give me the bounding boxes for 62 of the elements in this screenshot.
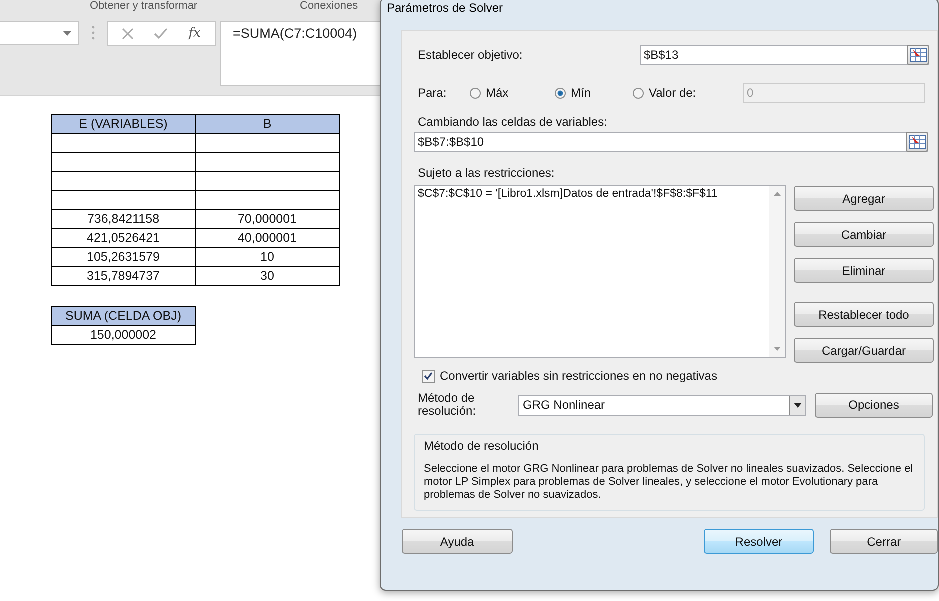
grid-arrow-icon xyxy=(908,135,926,149)
table-cell: 315,7894737 xyxy=(52,266,196,286)
field-label: Para: xyxy=(418,86,448,100)
description-text: Seleccione el motor GRG Nonlinear para problemas de Solver no lineales suavizados. Seleccione el motor LP Simplex para problemas de Solver lineales, y seleccione el motor Evolutionary para problemas de Solver no suavizados. xyxy=(424,463,914,502)
table-cell: 421,0526421 xyxy=(52,228,196,248)
constraint-item[interactable]: $C$7:$C$10 = '[Libro1.xlsm]Datos de entrada'!$F$8:$F$11 xyxy=(418,188,766,200)
scroll-up-icon xyxy=(774,192,780,196)
dialog-button[interactable]: Restablecer todo xyxy=(794,302,934,327)
dialog-button[interactable]: Cambiar xyxy=(794,222,934,247)
column-header-cell: SUMA (CELDA OBJ) xyxy=(52,306,196,326)
dialog-button[interactable]: Cerrar xyxy=(830,529,938,554)
variables-field[interactable]: $B$7:$B$10 xyxy=(414,132,928,152)
dialog-title: Parámetros de Solver xyxy=(386,0,504,15)
table-cell: 105,2631579 xyxy=(52,248,196,266)
table-cell: 40,000001 xyxy=(196,228,340,248)
range-select-button[interactable] xyxy=(906,132,928,152)
scrollbar[interactable] xyxy=(769,186,785,357)
cancel-icon xyxy=(122,28,134,40)
table-cell: 30 xyxy=(196,266,340,286)
column-header-cell: B xyxy=(196,114,340,134)
options-button[interactable]: Opciones xyxy=(815,392,933,418)
radio-option[interactable]: Mín xyxy=(555,86,633,100)
table-cell: 70,000001 xyxy=(196,210,340,228)
table-cell: 150,000002 xyxy=(52,326,196,344)
column-header-cell: E (VARIABLES) xyxy=(52,114,196,134)
ribbon-group-label: Conexiones xyxy=(300,0,358,13)
radio-label: Mín xyxy=(571,86,592,100)
field-label: Método de resolución: xyxy=(418,392,478,418)
field-label: Cambiando las celdas de variables: xyxy=(418,115,608,129)
checkbox-option[interactable]: Convertir variables sin restricciones en no negativas xyxy=(422,369,937,383)
checkbox[interactable] xyxy=(422,370,435,382)
dialog-button[interactable]: Cargar/Guardar xyxy=(794,338,934,363)
dialog-button[interactable]: Ayuda xyxy=(402,529,513,554)
radio-option[interactable]: Valor de: xyxy=(633,86,743,100)
radio-label: Valor de: xyxy=(649,86,696,100)
dialog-button[interactable]: Agregar xyxy=(794,186,934,211)
radio-label: Máx xyxy=(486,86,509,100)
grid-arrow-icon xyxy=(910,48,926,62)
radio-button[interactable] xyxy=(555,88,566,98)
dialog-button[interactable]: Resolver xyxy=(704,529,814,554)
grip-dots-icon xyxy=(92,26,95,40)
table-cell: 10 xyxy=(196,248,340,266)
insert-function-button[interactable]: fx xyxy=(188,26,201,41)
dropdown-caret-icon xyxy=(63,30,72,36)
dialog-button[interactable]: Eliminar xyxy=(794,258,934,283)
dropdown-arrow-icon xyxy=(794,402,802,408)
constraints-list[interactable]: $C$7:$C$10 = '[Libro1.xlsm]Datos de entrada'!$F$8:$F$11 xyxy=(414,185,786,358)
checkbox-label: Convertir variables sin restricciones en no negativas xyxy=(440,369,718,383)
check-icon xyxy=(154,28,168,40)
radio-button[interactable] xyxy=(633,88,644,98)
radio-button[interactable] xyxy=(470,88,481,98)
field-label: Sujeto a las restricciones: xyxy=(418,166,556,180)
table-cell: 736,8421158 xyxy=(52,210,196,228)
radio-option[interactable]: Máx xyxy=(470,86,555,100)
method-dropdown[interactable]: GRG Nonlinear xyxy=(518,394,806,416)
checkmark-icon xyxy=(424,372,433,380)
field-label: Establecer objetivo: xyxy=(418,48,524,62)
objective-field[interactable]: $B$13 xyxy=(640,45,929,65)
range-select-button[interactable] xyxy=(907,45,929,65)
scroll-down-icon xyxy=(774,347,780,351)
ribbon-group-label: Obtener y transformar xyxy=(90,0,198,13)
group-title: Método de resolución xyxy=(424,439,540,453)
